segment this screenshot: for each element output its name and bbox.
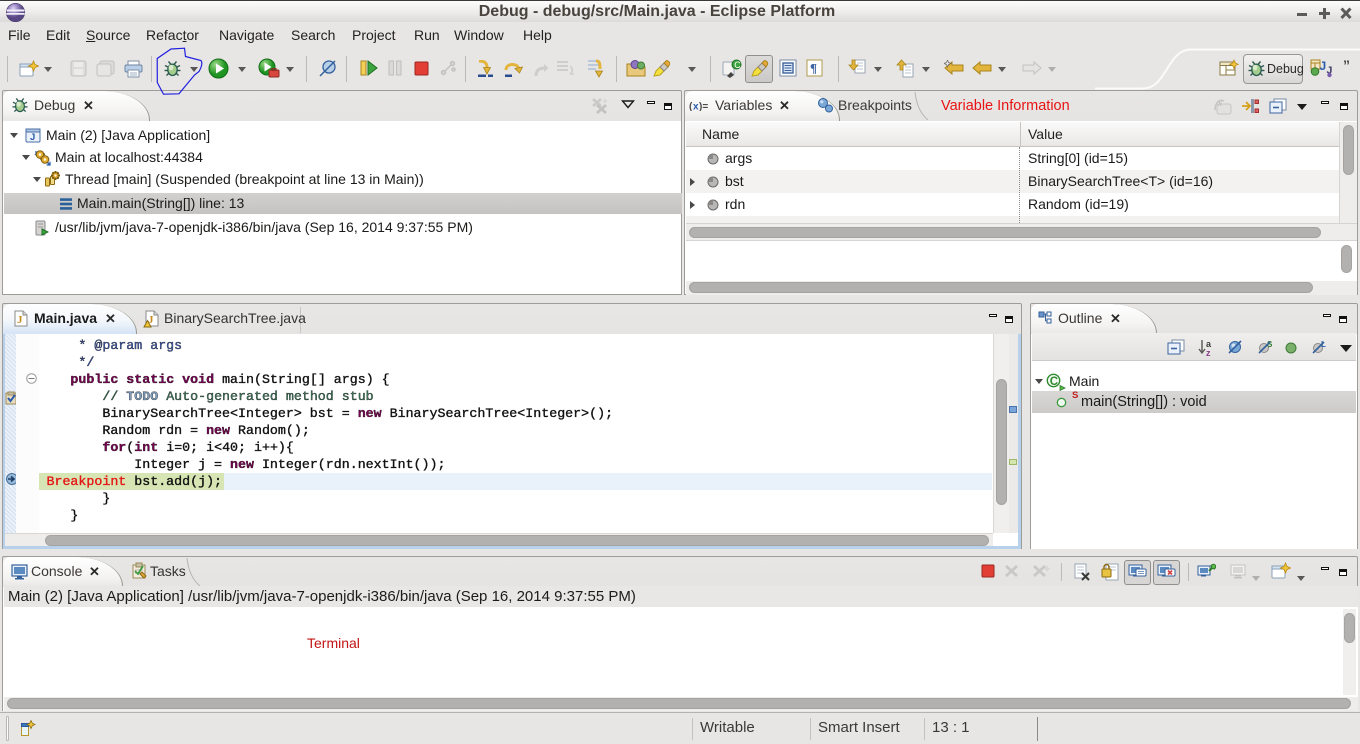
svg-text:¶: ¶ bbox=[810, 61, 817, 76]
svg-text:C: C bbox=[734, 60, 741, 70]
svg-text:C: C bbox=[1050, 376, 1058, 388]
svg-text:J: J bbox=[30, 132, 35, 143]
svg-text:)=: )= bbox=[699, 102, 708, 112]
svg-text:J: J bbox=[17, 314, 23, 326]
svg-text:x: x bbox=[1217, 98, 1222, 108]
svg-text:z: z bbox=[1206, 348, 1211, 357]
svg-text:J: J bbox=[1320, 59, 1327, 73]
